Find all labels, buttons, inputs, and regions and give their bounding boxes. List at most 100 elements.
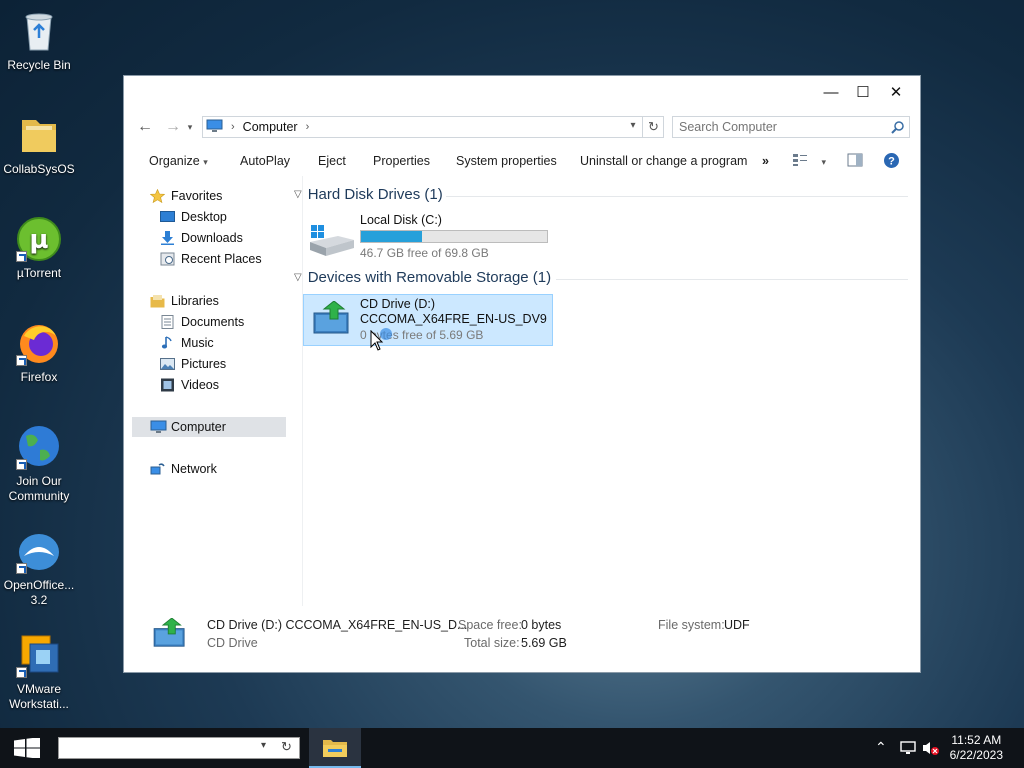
volume-muted-icon[interactable] (922, 740, 940, 759)
group-title: Devices with Removable Storage (1) (307, 269, 552, 286)
network-status-icon[interactable] (900, 740, 918, 759)
desktop-icon-join-our-community[interactable]: Join Our Community (2, 424, 76, 504)
utorrent-icon: µ (16, 216, 62, 262)
desktop-icon-recycle-bin[interactable]: Recycle Bin (2, 8, 76, 73)
pictures-icon (160, 357, 175, 371)
mouse-cursor-icon (370, 328, 392, 355)
nav-label: Documents (181, 315, 245, 329)
drive-local-disk-c[interactable]: Local Disk (C:) 46.7 GB free of 69.8 GB (304, 212, 554, 262)
nav-label: Libraries (171, 294, 219, 308)
shortcut-arrow-icon (16, 667, 27, 678)
preview-pane-icon (847, 153, 863, 168)
shortcut-arrow-icon (16, 563, 27, 574)
recent-locations-chevron-icon[interactable]: ▾ (183, 116, 197, 138)
nav-label: Desktop (181, 210, 227, 224)
group-header-hard-disk-drives[interactable]: ▽ Hard Disk Drives (1) (294, 186, 443, 203)
nav-item-recent-places[interactable]: Recent Places (160, 249, 262, 270)
eject-button[interactable]: Eject (318, 149, 346, 173)
minimize-button[interactable]: — (816, 82, 846, 104)
breadcrumb-separator-icon[interactable]: › (231, 121, 235, 133)
forward-arrow-icon[interactable]: → (162, 116, 184, 138)
nav-item-music[interactable]: Music (160, 333, 214, 354)
refresh-icon[interactable]: ↻ (281, 739, 292, 755)
properties-button[interactable]: Properties (373, 149, 430, 173)
nav-item-favorites[interactable]: Favorites (149, 186, 222, 207)
clock-date: 6/22/2023 (949, 748, 1003, 762)
address-bar[interactable]: › Computer › (202, 116, 664, 138)
address-dropdown-icon[interactable]: ▾ (624, 116, 642, 136)
windows-logo-icon (14, 737, 40, 761)
busy-indicator-icon (380, 328, 392, 340)
autoplay-button[interactable]: AutoPlay (240, 149, 290, 173)
taskbar-search-field[interactable]: ▾ ↻ (58, 737, 300, 759)
drive-cd-d[interactable]: CD Drive (D:) CCCOMA_X64FRE_EN-US_DV9 0 … (303, 294, 553, 346)
taskbar-file-explorer-button[interactable] (309, 728, 361, 768)
shortcut-arrow-icon (16, 459, 27, 470)
close-button[interactable]: ✕ (881, 82, 911, 104)
desktop-icon-label: CollabSysOS (3, 162, 75, 176)
taskbar: ▾ ↻ ⌃ 11:52 AM 6/22/2023 (0, 728, 1024, 768)
search-icon[interactable] (891, 120, 905, 134)
desktop-icon-firefox[interactable]: Firefox (2, 320, 76, 385)
maximize-button[interactable]: ☐ (848, 82, 878, 104)
nav-label: Recent Places (181, 252, 262, 266)
search-input[interactable] (679, 117, 889, 137)
nav-item-computer[interactable]: Computer (150, 417, 226, 438)
nav-item-desktop[interactable]: Desktop (160, 207, 227, 228)
breadcrumb-separator-icon[interactable]: › (306, 121, 310, 133)
view-options-icon (792, 154, 808, 168)
space-free-value: 0 bytes (521, 618, 562, 632)
system-clock[interactable]: 11:52 AM 6/22/2023 (950, 733, 1003, 763)
file-explorer-icon (322, 737, 348, 762)
pane-divider[interactable] (302, 176, 303, 606)
computer-icon (206, 119, 223, 136)
folder-icon (16, 112, 62, 158)
desktop-icon-openoffice[interactable]: OpenOffice... 3.2 (2, 528, 76, 608)
search-field[interactable] (672, 116, 910, 138)
taskbar-search-input[interactable] (63, 738, 259, 758)
address-row: ← → ▾ › Computer › ▾ ↻ (124, 116, 920, 138)
desktop-icon-label: VMware Workstati... (9, 682, 69, 711)
start-button[interactable] (14, 737, 40, 761)
collapse-chevron-icon[interactable]: ▽ (294, 272, 302, 283)
cd-drive-icon (152, 617, 188, 651)
desktop-icon (160, 210, 175, 224)
desktop-icon-collabsysos[interactable]: CollabSysOS (2, 112, 76, 177)
nav-label: Pictures (181, 357, 227, 371)
uninstall-program-button[interactable]: Uninstall or change a program (580, 149, 747, 173)
nav-item-pictures[interactable]: Pictures (160, 354, 226, 375)
drive-name: Local Disk (C:) (360, 213, 442, 227)
group-title: Hard Disk Drives (1) (307, 186, 443, 203)
nav-item-videos[interactable]: Videos (160, 375, 219, 396)
back-arrow-icon[interactable]: ← (134, 116, 156, 138)
collapse-chevron-icon[interactable]: ▽ (294, 189, 302, 200)
breadcrumb-computer[interactable]: Computer (243, 120, 298, 134)
recent-places-icon (160, 252, 175, 266)
nav-item-libraries[interactable]: Libraries (150, 291, 219, 312)
change-view-button[interactable]: ▾ (792, 149, 826, 173)
vmware-icon (16, 632, 62, 678)
drive-volume-label: CCCOMA_X64FRE_EN-US_DV9 (360, 312, 547, 326)
dropdown-chevron-icon[interactable]: ▾ (261, 740, 266, 751)
show-hidden-icons-button[interactable]: ⌃ (875, 739, 887, 756)
details-type: CD Drive (207, 636, 258, 650)
total-size-label: Total size: (464, 636, 520, 650)
nav-item-downloads[interactable]: Downloads (160, 228, 243, 249)
documents-icon (160, 315, 175, 329)
svg-text:?: ? (888, 156, 895, 168)
nav-item-network[interactable]: Network (150, 459, 217, 480)
preview-pane-button[interactable] (847, 149, 863, 173)
title-bar[interactable]: — ☐ ✕ (124, 76, 920, 110)
nav-label: Videos (181, 378, 219, 392)
nav-item-documents[interactable]: Documents (160, 312, 244, 333)
nav-label: Downloads (181, 231, 243, 245)
more-commands-button[interactable]: » (762, 149, 769, 173)
organize-button[interactable]: Organize ▾ (149, 149, 208, 173)
desktop-icon-vmware[interactable]: VMware Workstati... (2, 632, 76, 712)
refresh-icon[interactable]: ↻ (642, 116, 664, 138)
group-header-removable-storage[interactable]: ▽ Devices with Removable Storage (1) (294, 269, 551, 286)
desktop-icon-utorrent[interactable]: µ µTorrent (2, 216, 76, 281)
system-properties-button[interactable]: System properties (456, 149, 557, 173)
libraries-icon (150, 294, 165, 308)
help-button[interactable]: ? (883, 149, 900, 173)
